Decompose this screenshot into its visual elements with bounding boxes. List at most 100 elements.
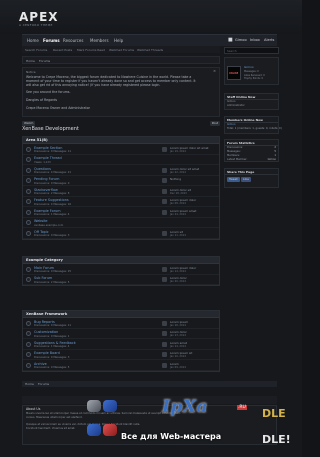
- forum-node-title[interactable]: Website: [34, 219, 48, 223]
- last-post-avatar-icon[interactable]: [162, 277, 167, 282]
- nav-alerts[interactable]: Alerts: [264, 38, 274, 42]
- forum-node-title[interactable]: Main Forum: [34, 266, 54, 270]
- forum-node-title[interactable]: Archive: [34, 362, 47, 366]
- subnav-watched-threads[interactable]: Watched Threads: [137, 48, 163, 52]
- watermark-side-bottom: DLE!: [262, 433, 291, 446]
- breadcrumb-home[interactable]: Home: [26, 59, 35, 63]
- forum-node-stats: Views: 1,123: [34, 160, 51, 164]
- tab-resources[interactable]: Resources: [63, 38, 83, 43]
- user-avatar-icon[interactable]: ■: [228, 37, 234, 44]
- stat-label: Messages:: [227, 150, 241, 153]
- forum-node-stats: Discussions: 0 Messages: 3: [34, 355, 70, 359]
- forum-node[interactable]: Feature Suggestions Discussions: 4 Messag…: [23, 197, 219, 207]
- footer-crumb-home[interactable]: Home: [25, 382, 34, 386]
- site-logo[interactable]: APEX A XENFORO THEME: [19, 10, 59, 27]
- forum-node[interactable]: Suggestions & Feedback Discussions: 1 Mes…: [23, 339, 219, 350]
- forum-node-title[interactable]: Example Thread: [34, 156, 62, 160]
- forum-node-title[interactable]: Feature Suggestions: [34, 198, 69, 202]
- last-post-title[interactable]: Nothing: [170, 177, 181, 181]
- forum-node-title[interactable]: Questions: [34, 167, 51, 171]
- close-icon[interactable]: ×: [213, 69, 216, 73]
- like-button[interactable]: Like: [241, 177, 251, 182]
- forum-node-title[interactable]: Example Board: [34, 351, 60, 355]
- notice-line: See you around the forums.: [26, 90, 71, 94]
- forum-status-icon: [26, 167, 31, 173]
- search-input[interactable]: Search: [224, 47, 279, 54]
- avatar[interactable]: ONLINE: [227, 66, 241, 80]
- forum-node[interactable]: Archive Discussions: 0 Messages: 5 Lorem Ja…: [23, 360, 219, 371]
- forum-node[interactable]: Customization Discussions: 0 Messages: 1L…: [23, 329, 219, 339]
- forum-node[interactable]: Example Board Discussions: 0 Messages: 3L…: [23, 350, 219, 360]
- post-button[interactable]: Post: [209, 121, 220, 126]
- forum-node-title[interactable]: Off Topic: [34, 230, 49, 234]
- subnav-mark-read[interactable]: Mark Forums Read: [77, 48, 105, 52]
- forum-node[interactable]: Questions Discussions: 4 Messages: 21 Lore…: [23, 165, 219, 176]
- tweet-button[interactable]: Tweet: [227, 177, 240, 182]
- forum-node[interactable]: Pending Forum Discussions: 0 Messages: 0 N…: [23, 176, 219, 186]
- category-title[interactable]: XenBase Framework: [23, 311, 219, 318]
- forum-node-stats: Discussions: 1 Messages: 4: [34, 345, 70, 348]
- last-post-avatar-icon[interactable]: [162, 352, 167, 357]
- notice-box: Notice × Welcome to Crepe Maceno, the bi…: [22, 67, 220, 117]
- watermark-ball-icon: [103, 424, 117, 436]
- last-post-avatar-icon[interactable]: [162, 167, 167, 173]
- footer-crumb-forums[interactable]: Forums: [38, 382, 49, 386]
- tab-home[interactable]: Home: [27, 38, 39, 43]
- notice-line: Crepe Maceno Owner and Administrator: [26, 106, 90, 110]
- main-navigation: Home Forums Resources Members Help ■ Gim…: [22, 34, 277, 46]
- footer-line: Quisque et varius lorem eu viverra vel, …: [26, 423, 141, 426]
- forum-node-title[interactable]: Example Section: [34, 146, 62, 150]
- forum-node[interactable]: Example Thread Views: 1,123: [23, 155, 219, 165]
- forum-node-title[interactable]: Stackoverflow: [34, 188, 58, 192]
- watermark-ball-icon: [103, 400, 117, 412]
- tab-help[interactable]: Help: [114, 38, 123, 43]
- forum-node-title[interactable]: Bug Reports: [34, 320, 55, 324]
- stat-value: 5: [274, 150, 276, 153]
- forum-node[interactable]: Stackoverflow Discussions: 2 Messages: 8L…: [23, 186, 219, 197]
- forum-node-title[interactable]: Pending Forum: [34, 177, 59, 181]
- last-post-avatar-icon[interactable]: [162, 146, 167, 152]
- forum-node-title[interactable]: Customization: [34, 330, 58, 334]
- last-post-avatar-icon[interactable]: [162, 320, 167, 326]
- forum-node[interactable]: Bug Reports Discussions: 0 Messages: 11 Lo…: [23, 318, 219, 329]
- nav-user-name[interactable]: Gimoo: [235, 38, 247, 42]
- forum-node[interactable]: Off Topic Discussions: 0 Messages: 3 Lorem…: [23, 228, 219, 239]
- tab-forums[interactable]: Forums: [43, 38, 60, 43]
- forum-node-title[interactable]: Example Forum: [34, 209, 61, 213]
- forum-node-title[interactable]: Sub Forum: [34, 276, 52, 280]
- forum-node[interactable]: Sub Forum Discussions: 2 Messages: 5 Lorem…: [23, 275, 219, 285]
- last-post-avatar-icon[interactable]: [162, 266, 167, 272]
- subnav-watched-forums[interactable]: Watched Forums: [109, 48, 134, 52]
- last-post-avatar-icon[interactable]: [162, 199, 167, 204]
- nav-inbox[interactable]: Inbox: [250, 38, 260, 42]
- footer-line: Mauris viverra leo et ullamcorper massa …: [26, 412, 181, 415]
- breadcrumb: Home Forums: [22, 56, 220, 64]
- visitor-name[interactable]: Gimoo: [244, 65, 254, 69]
- tab-members[interactable]: Members: [90, 38, 109, 43]
- last-post-avatar-icon[interactable]: [162, 188, 167, 194]
- last-post-avatar-icon[interactable]: [162, 362, 167, 368]
- last-post-avatar-icon[interactable]: [162, 230, 167, 236]
- forum-node[interactable]: Example Forum Discussions: 1 Messages: 4L…: [23, 207, 219, 218]
- notice-title: Notice: [26, 70, 36, 74]
- forum-node-stats: Discussions: 0 Messages: 11: [34, 324, 72, 327]
- last-post-avatar-icon[interactable]: [162, 209, 167, 215]
- footer-breadcrumb: Home Forums: [22, 381, 277, 387]
- forum-node-title[interactable]: Suggestions & Feedback: [34, 341, 76, 345]
- last-post-avatar-icon[interactable]: [162, 341, 167, 347]
- last-post-avatar-icon[interactable]: [162, 178, 167, 183]
- forum-node[interactable]: Example Section Discussions: 0 Messages: …: [23, 144, 219, 155]
- subnav-search-forums[interactable]: Search Forums: [25, 48, 47, 52]
- forum-node[interactable]: Main Forum Discussions: 0 Messages: 25 Lor…: [23, 264, 219, 275]
- stat-value[interactable]: Gimoo: [268, 158, 276, 161]
- last-post-avatar-icon[interactable]: [162, 331, 167, 336]
- breadcrumb-forums[interactable]: Forums: [39, 59, 50, 63]
- category-title[interactable]: Area 51(B): [23, 137, 219, 144]
- staff-online-block: Staff Online Now Gimoo Administrator: [224, 93, 279, 110]
- forum-status-icon: [26, 362, 31, 368]
- forum-node[interactable]: Website xenbase.example.com: [23, 218, 219, 228]
- category-title[interactable]: Example Category: [23, 257, 219, 264]
- forum-status-icon: [26, 178, 31, 183]
- logo-subtitle: A XENFORO THEME: [19, 23, 53, 27]
- subnav-recent-posts[interactable]: Recent Posts: [53, 48, 72, 52]
